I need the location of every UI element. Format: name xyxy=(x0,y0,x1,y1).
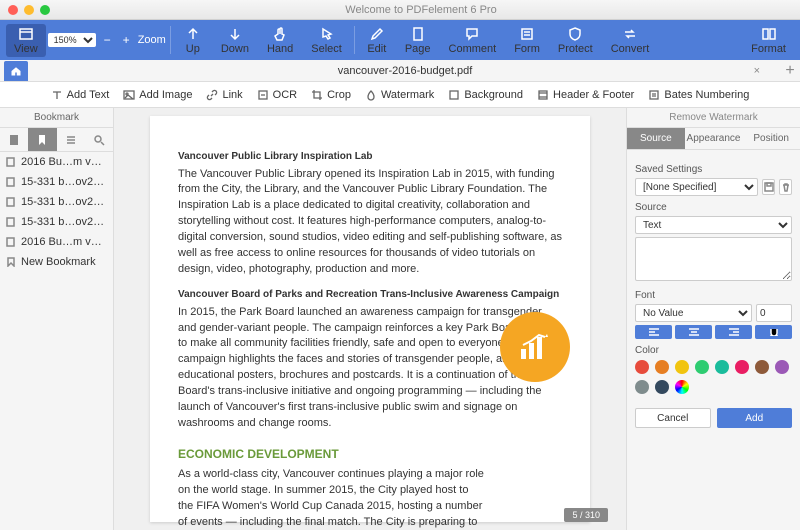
panel-title: Remove Watermark xyxy=(627,108,800,128)
add-image-button[interactable]: Add Image xyxy=(123,89,192,101)
bookmark-item[interactable]: 15-331 b…ov24-04 xyxy=(0,172,113,192)
color-swatch[interactable] xyxy=(635,360,649,374)
header-footer-button[interactable]: Header & Footer xyxy=(537,89,634,101)
cancel-button[interactable]: Cancel xyxy=(635,408,711,428)
down-button[interactable]: Down xyxy=(213,24,257,57)
body-text: As a world-class city, Vancouver continu… xyxy=(178,467,562,530)
main-toolbar: View 150% − + Zoom Up Down Hand Select E… xyxy=(0,20,800,60)
align-center-button[interactable] xyxy=(675,325,712,339)
link-button[interactable]: Link xyxy=(206,89,242,101)
sidebar-tab-outline[interactable] xyxy=(57,128,85,151)
bookmark-item[interactable]: 2016 Bu…m version xyxy=(0,152,113,172)
color-swatch[interactable] xyxy=(655,360,669,374)
background-button[interactable]: Background xyxy=(448,89,523,101)
font-size-input[interactable] xyxy=(756,304,792,322)
section-heading: Vancouver Public Library Inspiration Lab xyxy=(178,150,562,165)
page-indicator[interactable]: 5 / 310 xyxy=(564,508,608,522)
source-label: Source xyxy=(635,202,792,213)
close-tab-icon[interactable]: × xyxy=(754,65,760,77)
underline-button[interactable] xyxy=(755,325,792,339)
font-label: Font xyxy=(635,290,792,301)
close-window[interactable] xyxy=(8,5,18,15)
sidebar: Bookmark 2016 Bu…m version 15-331 b…ov24… xyxy=(0,108,114,530)
color-swatch[interactable] xyxy=(675,360,689,374)
sidebar-title: Bookmark xyxy=(0,108,113,128)
zoom-select[interactable]: 150% xyxy=(48,33,96,47)
format-button[interactable]: Format xyxy=(743,24,794,57)
chart-icon xyxy=(500,312,570,382)
pdf-page: Vancouver Public Library Inspiration Lab… xyxy=(150,116,590,522)
color-swatch[interactable] xyxy=(695,360,709,374)
sidebar-tab-bookmarks[interactable] xyxy=(28,128,56,151)
tab-source[interactable]: Source xyxy=(627,128,685,149)
source-select[interactable]: Text xyxy=(635,216,792,234)
zoom-control: 150% − + Zoom xyxy=(48,33,166,47)
form-button[interactable]: Form xyxy=(506,24,548,57)
protect-button[interactable]: Protect xyxy=(550,24,601,57)
color-swatch[interactable] xyxy=(635,380,649,394)
color-label: Color xyxy=(635,345,792,356)
save-preset-icon[interactable] xyxy=(762,179,775,195)
color-swatch[interactable] xyxy=(735,360,749,374)
color-swatch[interactable] xyxy=(755,360,769,374)
window-controls xyxy=(8,5,50,15)
bookmark-item[interactable]: 15-331 b…ov24-04 xyxy=(0,212,113,232)
body-text: The Vancouver Public Library opened its … xyxy=(178,167,562,279)
add-text-button[interactable]: Add Text xyxy=(51,89,110,101)
watermark-text-input[interactable] xyxy=(635,237,792,281)
saved-settings-select[interactable]: [None Specified] xyxy=(635,178,758,196)
sidebar-tab-thumbnails[interactable] xyxy=(0,128,28,151)
hand-button[interactable]: Hand xyxy=(259,24,301,57)
color-swatches xyxy=(635,360,792,394)
up-button[interactable]: Up xyxy=(175,24,211,57)
select-button[interactable]: Select xyxy=(303,24,350,57)
tab-row: vancouver-2016-budget.pdf × + xyxy=(0,60,800,82)
edit-button[interactable]: Edit xyxy=(359,24,395,57)
convert-button[interactable]: Convert xyxy=(603,24,658,57)
section-heading: Vancouver Board of Parks and Recreation … xyxy=(178,288,562,303)
bates-button[interactable]: Bates Numbering xyxy=(648,89,749,101)
bookmark-item[interactable]: New Bookmark xyxy=(0,252,113,272)
minimize-window[interactable] xyxy=(24,5,34,15)
tab-position[interactable]: Position xyxy=(742,128,800,149)
ocr-button[interactable]: OCR xyxy=(257,89,297,101)
window-title: Welcome to PDFelement 6 Pro xyxy=(50,4,792,16)
font-select[interactable]: No Value xyxy=(635,304,752,322)
titlebar: Welcome to PDFelement 6 Pro xyxy=(0,0,800,20)
delete-preset-icon[interactable] xyxy=(779,179,792,195)
properties-panel: Remove Watermark Source Appearance Posit… xyxy=(626,108,800,530)
color-swatch[interactable] xyxy=(775,360,789,374)
align-right-button[interactable] xyxy=(715,325,752,339)
home-tab[interactable] xyxy=(4,61,28,81)
zoom-in-button[interactable]: + xyxy=(119,33,134,47)
edit-toolbar: Add Text Add Image Link OCR Crop Waterma… xyxy=(0,82,800,108)
bookmark-item[interactable]: 15-331 b…ov24-04 xyxy=(0,192,113,212)
color-swatch[interactable] xyxy=(715,360,729,374)
body-text: In 2015, the Park Board launched an awar… xyxy=(178,305,562,433)
tab-appearance[interactable]: Appearance xyxy=(685,128,743,149)
zoom-window[interactable] xyxy=(40,5,50,15)
color-swatch[interactable] xyxy=(655,380,669,394)
bookmark-list: 2016 Bu…m version 15-331 b…ov24-04 15-33… xyxy=(0,152,113,530)
view-button[interactable]: View xyxy=(6,24,46,57)
color-picker-icon[interactable] xyxy=(675,380,689,394)
zoom-out-button[interactable]: − xyxy=(100,33,115,47)
section-heading-green: ECONOMIC DEVELOPMENT xyxy=(178,446,562,463)
saved-settings-label: Saved Settings xyxy=(635,164,792,175)
sidebar-tab-search[interactable] xyxy=(85,128,113,151)
watermark-button[interactable]: Watermark xyxy=(365,89,434,101)
crop-button[interactable]: Crop xyxy=(311,89,351,101)
bookmark-item[interactable]: 2016 Bu…m version xyxy=(0,232,113,252)
align-left-button[interactable] xyxy=(635,325,672,339)
new-tab-button[interactable]: + xyxy=(780,62,800,80)
document-area[interactable]: Vancouver Public Library Inspiration Lab… xyxy=(114,108,626,530)
comment-button[interactable]: Comment xyxy=(441,24,505,57)
document-tab[interactable]: vancouver-2016-budget.pdf × xyxy=(30,65,780,77)
page-button[interactable]: Page xyxy=(397,24,439,57)
add-button[interactable]: Add xyxy=(717,408,793,428)
